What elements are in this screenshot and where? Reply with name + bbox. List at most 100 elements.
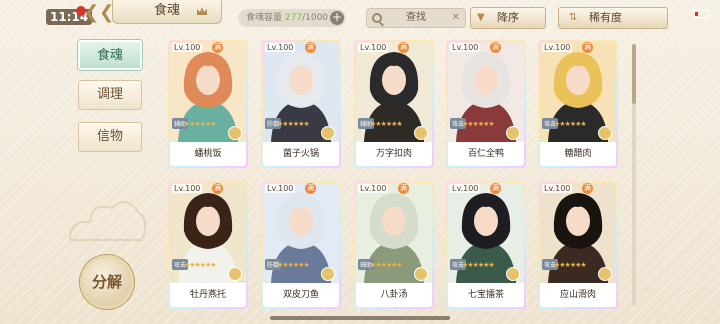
card-name: 应山滑肉 (540, 283, 616, 307)
card-name: 糖醋肉 (540, 142, 616, 166)
food-soul-card[interactable]: Lv.100 满 辅助 ★★★★★★ 万字扣肉 (354, 40, 434, 168)
food-soul-card[interactable]: Lv.100 满 攻击 ★★★★★★ 牡丹燕托 (168, 181, 248, 309)
battery-icon (693, 10, 709, 18)
card-frame: Lv.100 满 攻击 ★★★★★★ 百仁全鸭 (448, 42, 524, 166)
card-frame: Lv.100 满 攻击 ★★★★★★ 应山滑肉 (540, 183, 616, 307)
rank-medal-icon (228, 267, 242, 281)
max-level-badge: 满 (212, 183, 223, 194)
star-rating: ★★★★★★ (277, 120, 310, 128)
capacity-label: 食魂容量 (246, 13, 283, 23)
rank-medal-icon (321, 126, 335, 140)
back-icon: ❮❮ (84, 2, 115, 23)
max-level-badge: 满 (582, 42, 593, 53)
card-name: 八卦汤 (356, 283, 432, 307)
tab-food-souls[interactable]: 食魂 (78, 40, 142, 70)
rank-medal-icon (414, 126, 428, 140)
decompose-label: 分解 (91, 273, 122, 291)
food-soul-card[interactable]: Lv.100 满 防御 ★★★★★★ 双皮刀鱼 (261, 181, 341, 309)
rank-medal-icon (414, 267, 428, 281)
card-name: 百仁全鸭 (448, 142, 524, 166)
food-soul-card[interactable]: Lv.100 满 攻击 ★★★★★★ 应山滑肉 (538, 181, 618, 309)
rank-medal-icon (506, 267, 520, 281)
max-level-badge: 满 (490, 183, 501, 194)
search-icon (372, 13, 382, 23)
rank-medal-icon (598, 126, 612, 140)
card-grid: Lv.100 满 辅助 ★★★★★★ 蟠桃饭 Lv.100 满 防御 ★★★★★… (168, 40, 628, 312)
star-rating: ★★★★★★ (370, 261, 403, 269)
level-label: Lv.100 (358, 184, 389, 193)
level-label: Lv.100 (265, 43, 296, 52)
sort-icon: ▼ (477, 12, 485, 23)
card-name: 双皮刀鱼 (263, 283, 339, 307)
sort-icon: ⇅ (569, 12, 578, 23)
card-name: 蟠桃饭 (170, 142, 246, 166)
decompose-button[interactable]: 分解 (80, 255, 134, 309)
card-name: 菌子火锅 (263, 142, 339, 166)
food-soul-card[interactable]: Lv.100 满 攻击 ★★★★★★ 七宝擂茶 (446, 181, 526, 309)
level-label: Lv.100 (265, 184, 296, 193)
level-label: Lv.100 (450, 43, 481, 52)
add-capacity-button[interactable]: + (330, 11, 344, 25)
crown-icon (197, 7, 207, 15)
sort-order-button[interactable]: ▼ 降序 (470, 7, 546, 29)
food-soul-card[interactable]: Lv.100 满 攻击 ★★★★★★ 百仁全鸭 (446, 40, 526, 168)
rank-medal-icon (506, 126, 520, 140)
rank-medal-icon (598, 267, 612, 281)
scrollbar-thumb[interactable] (632, 44, 636, 104)
level-label: Lv.100 (172, 43, 203, 52)
max-level-badge: 满 (398, 183, 409, 194)
capacity-current: 277 (284, 13, 303, 23)
star-rating: ★★★★★★ (370, 120, 403, 128)
close-icon[interactable]: ✕ (452, 9, 460, 27)
rank-medal-icon (228, 126, 242, 140)
card-name: 牡丹燕托 (170, 283, 246, 307)
capacity-max: /1000 (302, 13, 329, 23)
card-frame: Lv.100 满 防御 ★★★★★★ 双皮刀鱼 (263, 183, 339, 307)
tab-label: 调理 (96, 87, 123, 102)
level-label: Lv.100 (450, 184, 481, 193)
max-level-badge: 满 (305, 42, 316, 53)
home-indicator (270, 316, 450, 320)
card-frame: Lv.100 满 辅助 ★★★★★★ 万字扣肉 (356, 42, 432, 166)
food-soul-card[interactable]: Lv.100 满 攻击 ★★★★★★ 糖醋肉 (538, 40, 618, 168)
card-frame: Lv.100 满 辅助 ★★★★★★ 蟠桃饭 (170, 42, 246, 166)
cloud-decoration (68, 201, 147, 241)
card-frame: Lv.100 满 攻击 ★★★★★★ 糖醋肉 (540, 42, 616, 166)
max-level-badge: 满 (582, 183, 593, 194)
rarity-filter-button[interactable]: ⇅ 稀有度 (558, 7, 668, 29)
star-rating: ★★★★★★ (462, 261, 495, 269)
star-rating: ★★★★★★ (277, 261, 310, 269)
top-bar: 11:14 ❮❮ 食魂 食魂容量 277/1000 + 查找 ✕ ▼ 降序 ⇅ … (0, 0, 720, 36)
card-name: 七宝擂茶 (448, 283, 524, 307)
food-soul-card[interactable]: Lv.100 满 辅助 ★★★★★★ 蟠桃饭 (168, 40, 248, 168)
max-level-badge: 满 (212, 42, 223, 53)
tab-label: 食魂 (96, 48, 123, 63)
rarity-label: 稀有度 (589, 11, 622, 24)
star-rating: ★★★★★★ (184, 120, 217, 128)
level-label: Lv.100 (542, 184, 573, 193)
tab-label: 信物 (96, 129, 123, 144)
search-input[interactable]: 查找 ✕ (366, 8, 466, 28)
card-frame: Lv.100 满 防御 ★★★★★★ 菌子火锅 (263, 42, 339, 166)
level-label: Lv.100 (172, 184, 203, 193)
level-label: Lv.100 (542, 43, 573, 52)
food-soul-card[interactable]: Lv.100 满 防御 ★★★★★★ 菌子火锅 (261, 40, 341, 168)
back-button[interactable]: ❮❮ (84, 2, 114, 24)
card-frame: Lv.100 满 攻击 ★★★★★★ 牡丹燕托 (170, 183, 246, 307)
star-rating: ★★★★★★ (554, 120, 587, 128)
star-rating: ★★★★★★ (184, 261, 217, 269)
capacity-display: 食魂容量 277/1000 + (238, 9, 346, 27)
food-soul-card[interactable]: Lv.100 满 辅助 ★★★★★★ 八卦汤 (354, 181, 434, 309)
star-rating: ★★★★★★ (462, 120, 495, 128)
max-level-badge: 满 (305, 183, 316, 194)
star-rating: ★★★★★★ (554, 261, 587, 269)
tab-cooking[interactable]: 调理 (78, 80, 142, 110)
scrollbar[interactable] (632, 44, 636, 306)
max-level-badge: 满 (490, 42, 501, 53)
search-label: 查找 (406, 12, 426, 23)
max-level-badge: 满 (398, 42, 409, 53)
tab-tokens[interactable]: 信物 (78, 122, 142, 152)
sort-label: 降序 (497, 11, 519, 24)
card-frame: Lv.100 满 攻击 ★★★★★★ 七宝擂茶 (448, 183, 524, 307)
level-label: Lv.100 (358, 43, 389, 52)
